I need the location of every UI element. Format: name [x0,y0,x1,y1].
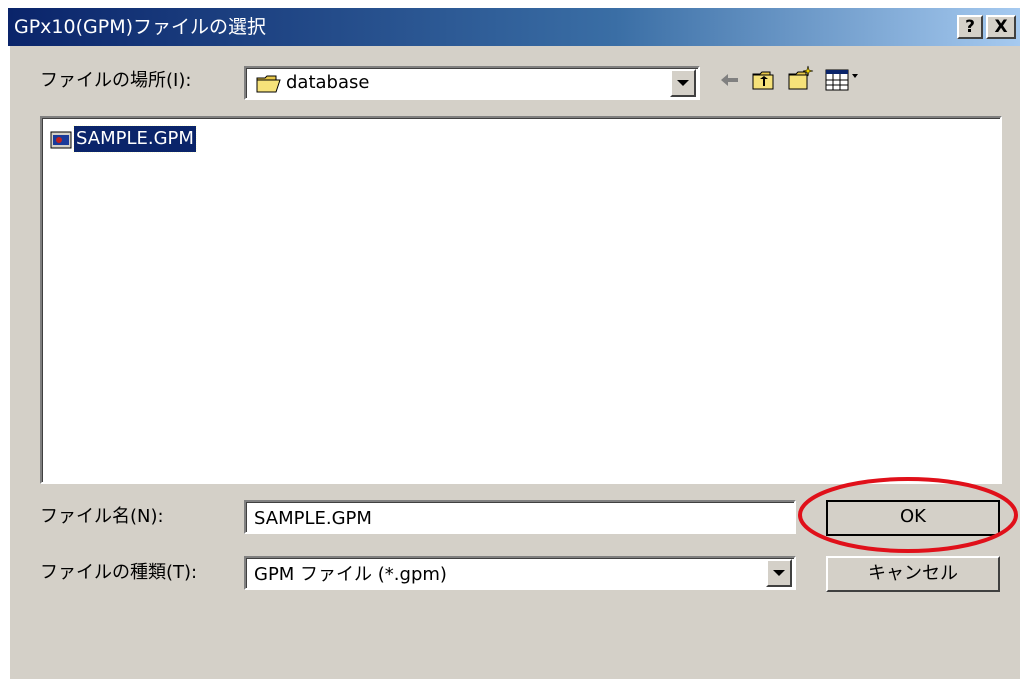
new-folder-icon[interactable] [786,64,814,92]
help-icon: ? [965,17,975,37]
lookin-label: ファイルの場所(I): [40,70,192,91]
filetype-dropdown-button[interactable] [766,559,792,587]
highlight-circle [798,477,1018,553]
view-menu-icon[interactable] [824,66,864,94]
filename-input[interactable]: SAMPLE.GPM [244,500,796,534]
window-title: GPx10(GPM)ファイルの選択 [14,16,267,38]
close-icon: X [994,17,1008,37]
filetype-label: ファイルの種類(T): [40,562,198,583]
cancel-button-label: キャンセル [868,563,958,584]
folder-icon [256,75,281,93]
file-list[interactable]: SAMPLE.GPM [40,116,1002,484]
file-name: SAMPLE.GPM [73,125,197,153]
back-arrow-icon[interactable] [716,66,744,94]
lookin-dropdown-button[interactable] [670,69,696,97]
gpm-file-icon [50,131,72,149]
filetype-combo[interactable]: GPM ファイル (*.gpm) [244,556,796,590]
filetype-value: GPM ファイル (*.gpm) [254,564,447,585]
up-folder-icon[interactable] [750,66,778,94]
cancel-button[interactable]: キャンセル [826,556,1000,592]
close-button[interactable]: X [986,15,1016,39]
lookin-combo[interactable]: database [244,66,700,100]
lookin-value: database [286,72,370,93]
help-button[interactable]: ? [957,15,983,39]
filename-value: SAMPLE.GPM [254,508,372,529]
filename-label: ファイル名(N): [40,506,164,527]
